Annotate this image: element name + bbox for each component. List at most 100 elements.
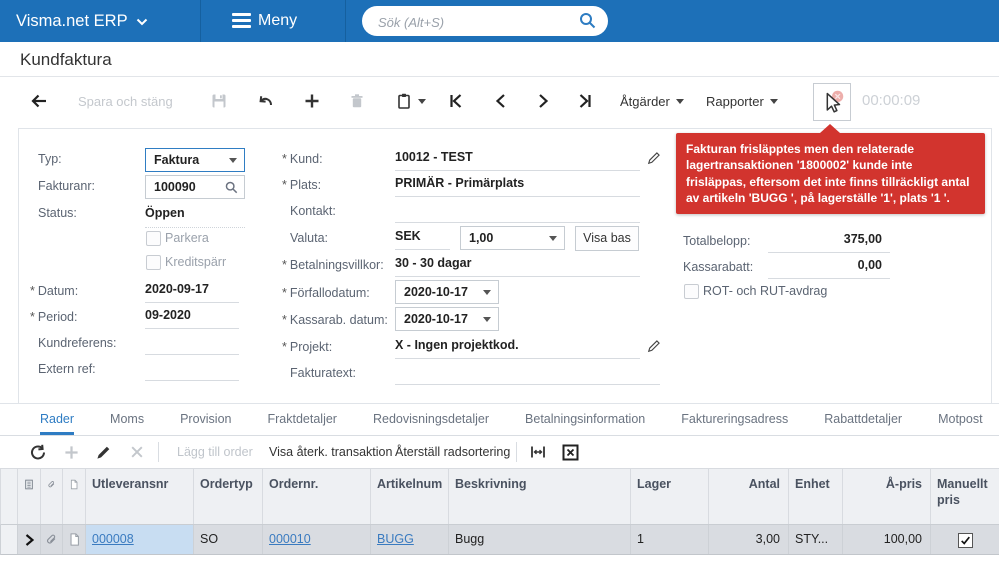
projekt-value[interactable]: X - Ingen projektkod.: [395, 334, 640, 359]
kundreferens-value[interactable]: [145, 330, 239, 355]
header-ordertyp[interactable]: Ordertyp: [194, 469, 263, 524]
fakturanr-value: 100090: [154, 180, 196, 194]
cell-artikelnummer[interactable]: BUGG: [371, 525, 449, 554]
tab-provision[interactable]: Provision: [180, 404, 231, 435]
save-and-close-button[interactable]: Spara och stäng: [78, 88, 173, 114]
fit-width-button[interactable]: [530, 441, 546, 463]
projekt-label-text: Projekt:: [289, 340, 333, 354]
tab-fraktdetaljer[interactable]: Fraktdetaljer: [268, 404, 337, 435]
kund-value[interactable]: 10012 - TEST: [395, 146, 640, 171]
header-antal[interactable]: Antal: [709, 469, 789, 524]
rot-rut-checkbox[interactable]: [684, 284, 699, 299]
fakturatext-value[interactable]: [395, 360, 660, 385]
prev-record-button[interactable]: [494, 88, 506, 114]
first-icon: [450, 94, 462, 108]
header-attachment-column[interactable]: [41, 469, 63, 524]
forfallodatum-select[interactable]: 2020-10-17: [395, 280, 499, 304]
grid-data-row[interactable]: 000008 SO 000010 BUGG Bugg 1 3,00 STY...…: [0, 525, 999, 555]
search-icon[interactable]: [579, 12, 596, 29]
grid-delete-button[interactable]: [130, 441, 144, 463]
header-lager[interactable]: Lager: [631, 469, 709, 524]
tab-faktureringsadress[interactable]: Faktureringsadress: [681, 404, 788, 435]
first-record-button[interactable]: [448, 88, 463, 114]
header-manuellt-pris[interactable]: Manuellt pris: [931, 469, 999, 524]
tab-rabattdetaljer[interactable]: Rabattdetaljer: [824, 404, 902, 435]
period-label-text: Period:: [37, 310, 78, 324]
header-notes-column[interactable]: [18, 469, 41, 524]
show-reversing-button[interactable]: Visa återk. transaktion: [269, 441, 392, 463]
grid-add-button[interactable]: [64, 441, 79, 463]
release-status-button[interactable]: [813, 83, 851, 121]
cell-lager[interactable]: 1: [631, 525, 709, 554]
tab-redovisningsdetaljer[interactable]: Redovisningsdetaljer: [373, 404, 489, 435]
edit-kund-icon[interactable]: [647, 151, 661, 165]
export-excel-button[interactable]: [562, 441, 579, 463]
plats-value[interactable]: PRIMÄR - Primärplats: [395, 172, 640, 197]
kontakt-value[interactable]: [395, 198, 640, 223]
header-enhet[interactable]: Enhet: [789, 469, 843, 524]
add-button[interactable]: [304, 88, 320, 114]
back-button[interactable]: [30, 88, 48, 114]
valuta-rate-select[interactable]: 1,00: [460, 226, 565, 250]
menu-icon[interactable]: [232, 13, 251, 31]
manuellt-pris-checkbox[interactable]: [958, 533, 973, 548]
ordernr-link[interactable]: 000010: [269, 532, 311, 546]
header-utleveransnr[interactable]: Utleveransnr: [86, 469, 194, 524]
edit-projekt-icon[interactable]: [647, 339, 661, 353]
tab-betalningsinformation[interactable]: Betalningsinformation: [525, 404, 645, 435]
add-order-button[interactable]: Lägg till order: [177, 441, 253, 463]
cell-ordernr[interactable]: 000010: [263, 525, 371, 554]
datum-value[interactable]: 2020-09-17: [145, 278, 239, 303]
grid-refresh-button[interactable]: [30, 441, 47, 463]
cell-ordertyp[interactable]: SO: [194, 525, 263, 554]
header-ordernr[interactable]: Ordernr.: [263, 469, 371, 524]
period-value[interactable]: 09-2020: [145, 304, 239, 329]
typ-select[interactable]: Faktura: [145, 148, 245, 172]
tab-moms[interactable]: Moms: [110, 404, 144, 435]
rot-rut-label[interactable]: ROT- och RUT-avdrag: [703, 282, 827, 300]
last-record-button[interactable]: [578, 88, 593, 114]
row-attachment-cell[interactable]: [41, 525, 63, 554]
betalningsvillkor-value[interactable]: 30 - 30 dagar: [395, 252, 640, 277]
artikelnummer-link[interactable]: BUGG: [377, 532, 414, 546]
kassarab-datum-select[interactable]: 2020-10-17: [395, 307, 499, 331]
copy-paste-button[interactable]: [396, 88, 426, 114]
header-apris[interactable]: Å-pris: [843, 469, 931, 524]
kreditsparr-checkbox[interactable]: [146, 255, 161, 270]
cell-utleveransnr[interactable]: 000008: [86, 525, 194, 554]
chevron-down-icon: [229, 158, 237, 163]
valuta-currency[interactable]: SEK: [395, 225, 450, 250]
fakturanr-input[interactable]: 100090: [145, 175, 245, 199]
grid-edit-button[interactable]: [96, 441, 111, 463]
tab-rader[interactable]: Rader: [40, 404, 75, 435]
save-button[interactable]: [211, 88, 227, 114]
parkera-label[interactable]: Parkera: [165, 229, 209, 247]
header-beskrivning[interactable]: Beskrivning: [449, 469, 631, 524]
reports-menu-button[interactable]: Rapporter: [706, 88, 778, 114]
undo-button[interactable]: [257, 88, 274, 114]
cell-manuellt-pris[interactable]: [931, 525, 999, 554]
cell-enhet[interactable]: STY...: [789, 525, 843, 554]
delete-button[interactable]: [349, 88, 365, 114]
chevron-down-icon: [483, 317, 491, 322]
tab-motpost[interactable]: Motpost: [938, 404, 982, 435]
utleveransnr-link[interactable]: 000008: [92, 532, 134, 546]
cell-beskrivning[interactable]: Bugg: [449, 525, 631, 554]
visa-bas-button[interactable]: Visa bas: [575, 226, 639, 251]
search-input[interactable]: [376, 10, 570, 34]
lookup-icon[interactable]: [225, 181, 238, 194]
menu-button[interactable]: Meny: [258, 0, 297, 42]
kreditsparr-label[interactable]: Kreditspärr: [165, 253, 226, 271]
parkera-checkbox[interactable]: [146, 231, 161, 246]
header-document-column[interactable]: [63, 469, 86, 524]
row-document-cell[interactable]: [63, 525, 86, 554]
cell-apris[interactable]: 100,00: [843, 525, 931, 554]
extern-ref-value[interactable]: [145, 356, 239, 381]
reset-sort-button[interactable]: Återställ radsortering: [395, 441, 510, 463]
chevron-down-icon[interactable]: [136, 18, 148, 26]
brand-menu[interactable]: Visma.net ERP: [16, 0, 128, 42]
next-record-button[interactable]: [538, 88, 550, 114]
cell-antal[interactable]: 3,00: [709, 525, 789, 554]
header-artikelnummer[interactable]: Artikelnum: [371, 469, 449, 524]
actions-menu-button[interactable]: Åtgärder: [620, 88, 684, 114]
